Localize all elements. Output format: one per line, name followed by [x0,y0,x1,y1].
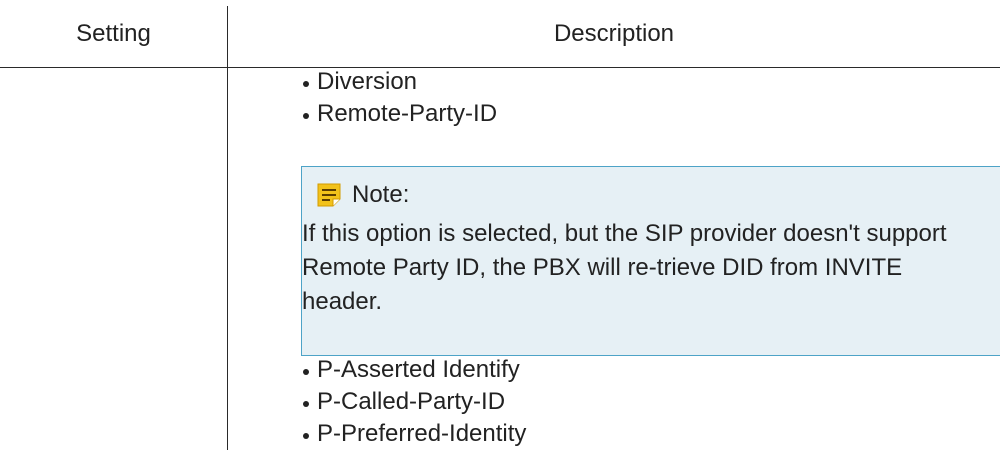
note-text: If this option is selected, but the SIP … [302,220,947,315]
note-icon [316,182,342,208]
description-list-top: Diversion Remote-Party-ID [301,66,497,130]
list-item: P-Called-Party-ID [301,386,526,418]
list-item: Diversion [301,66,497,98]
note-label: Note: [352,181,410,208]
header-rule [0,67,1000,68]
column-divider [227,6,228,450]
list-item: Remote-Party-ID [301,98,497,130]
list-item: P-Asserted Identify [301,354,526,386]
note-callout: Note: If this option is selected, but th… [301,166,1000,356]
note-header: Note: [316,177,409,213]
settings-table: Setting Description Diversion Remote-Par… [0,0,1000,450]
column-header-description: Description [553,19,675,47]
description-list-bottom: P-Asserted Identify P-Called-Party-ID P-… [301,354,526,450]
list-item: P-Preferred-Identity [301,418,526,450]
column-header-setting: Setting [76,19,151,47]
